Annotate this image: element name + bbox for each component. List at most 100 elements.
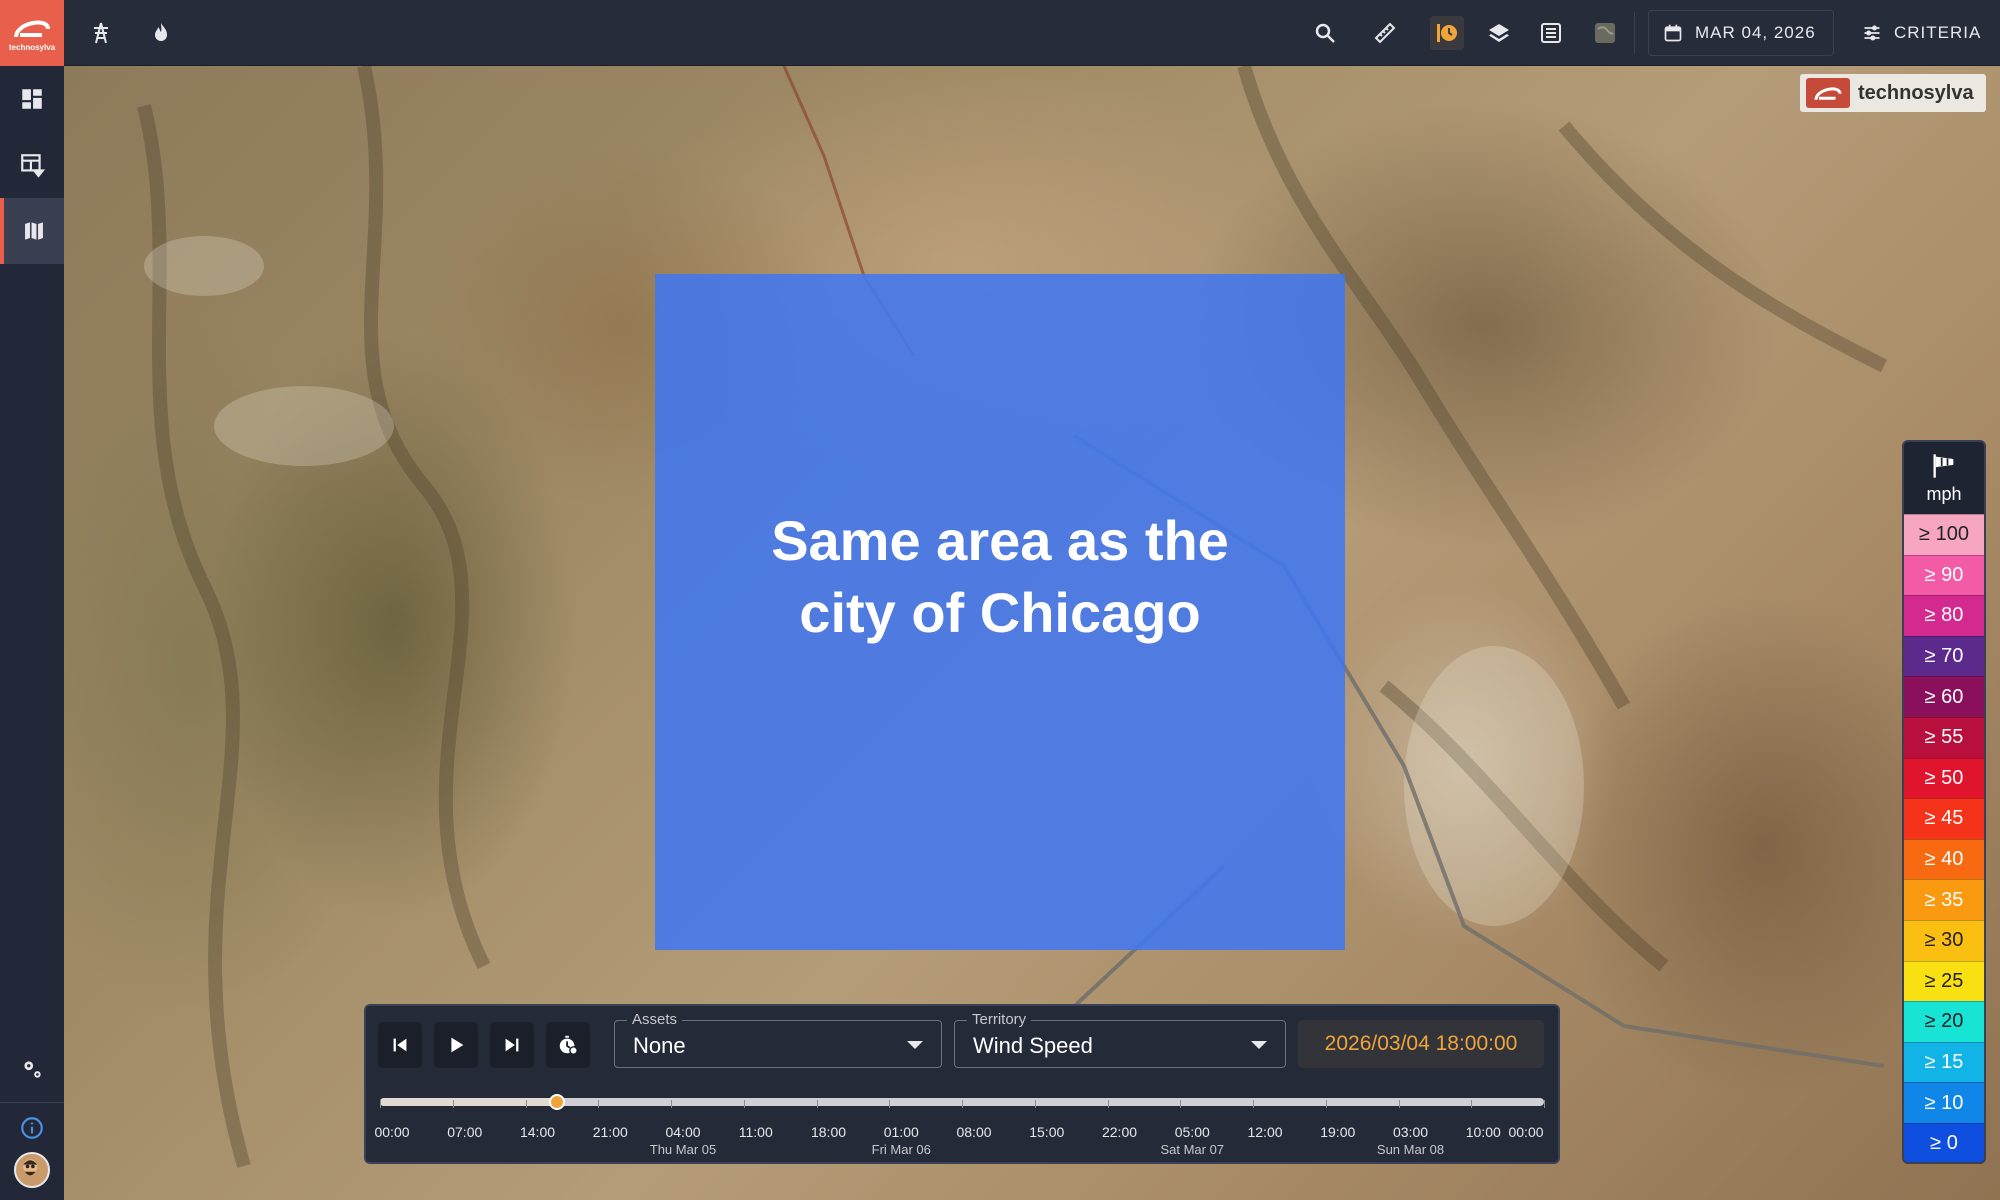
legend-header: mph [1904,442,1984,514]
current-datetime: 2026/03/04 18:00:00 [1298,1020,1544,1068]
legend-row: ≥ 100 [1904,514,1984,555]
timeline-tick-label: 11:00 [738,1124,773,1140]
avatar[interactable] [14,1152,50,1188]
legend-row: ≥ 40 [1904,838,1984,880]
layers-icon[interactable] [1482,16,1516,50]
timeline-progress [380,1098,557,1106]
timeline-slider[interactable] [380,1094,1545,1110]
timeline-tick [816,1100,818,1108]
area-comparison-overlay: Same area as the city of Chicago [655,274,1345,950]
calendar-icon [1664,24,1682,42]
timeline-thumb[interactable] [548,1094,565,1110]
skip-forward-icon [505,1038,519,1052]
history-clock-icon[interactable] [1430,16,1464,50]
timeline-tick-label: 05:00 [1174,1124,1210,1140]
skip-back-icon [393,1038,407,1052]
assets-select[interactable]: Assets None [614,1011,942,1068]
list-icon[interactable] [1534,16,1568,50]
chevron-down-icon [1251,1041,1267,1049]
timeline-tick [1325,1100,1327,1108]
wind-speed-legend: mph ≥ 100 ≥ 90 ≥ 80 ≥ 70 ≥ 60 ≥ 55 ≥ 50 ≥ 45 ≥ 4… [1902,440,1986,1164]
legend-row: ≥ 10 [1904,1082,1984,1123]
logo-text: technosylva [8,42,56,52]
salt-flat [1404,646,1584,926]
date-picker-button[interactable]: MAR 04, 2026 [1648,10,1834,56]
timeline-tick [1107,1100,1109,1108]
timeline-tick [1180,1100,1182,1108]
timeline-tick-label: 15:00 [1029,1124,1065,1140]
timeline-tick-label: 08:00 [956,1124,992,1140]
territory-label: Territory [967,1011,1032,1028]
timeline-tick-label: 14:00 [519,1124,556,1140]
left-sidebar [0,66,64,1200]
timeline-day-label: Sat Mar 07 [1160,1142,1225,1157]
legend-row: ≥ 35 [1904,879,1984,920]
settings-icon[interactable] [0,1036,64,1102]
legend-row: ≥ 20 [1904,1001,1984,1042]
transmission-tower-icon[interactable] [84,16,118,50]
timeline-tick [1544,1100,1545,1108]
assets-label: Assets [627,1011,683,1028]
timeline-tick [889,1100,891,1108]
play-icon [451,1037,464,1053]
legend-row: ≥ 15 [1904,1041,1984,1083]
snow-patch [214,386,394,466]
timeline-tick-label: 00:00 [1508,1124,1544,1140]
technosylva-watermark: technosylva [1800,74,1986,112]
date-label: MAR 04, 2026 [1695,23,1816,42]
toolbar-divider [1634,12,1635,54]
timeline-tick [1398,1100,1400,1108]
timeline-tick-label: 19:00 [1320,1124,1356,1140]
legend-row: ≥ 50 [1904,757,1984,799]
playback-panel: Assets None Territory Wind Speed 2026/03… [364,1004,1560,1164]
logo-icon [1806,78,1850,108]
legend-row: ≥ 70 [1904,635,1984,677]
timeline-tick-label: 00:00 [374,1124,410,1140]
timeline-day-label: Fri Mar 06 [871,1142,931,1157]
timeline-tick-label: 04:00 [665,1124,701,1140]
timeline-tick-label: 10:00 [1465,1124,1501,1140]
map-icon[interactable] [0,198,64,264]
ridge-line [357,66,491,970]
chevron-down-icon [907,1041,923,1049]
technosylva-logo[interactable]: technosylva [0,0,64,66]
watermark-text: technosylva [1858,81,1974,104]
overlay-caption: Same area as the city of Chicago [771,509,1229,644]
legend-row: ≥ 30 [1904,919,1984,961]
logo-icon [14,20,50,38]
timer-settings-icon [559,1035,578,1055]
sliders-icon [1864,25,1880,41]
windsock-icon [1933,453,1954,478]
legend-row: ≥ 25 [1904,960,1984,1002]
table-filter-icon[interactable] [0,132,64,198]
skip-back-button[interactable] [378,1022,422,1068]
timer-settings-button[interactable] [546,1022,590,1068]
timeline-day-label: Sun Mar 08 [1376,1142,1445,1157]
play-button[interactable] [434,1022,478,1068]
criteria-button[interactable]: CRITERIA [1848,10,1998,56]
dashboard-icon[interactable] [0,66,64,132]
legend-row: ≥ 90 [1904,554,1984,596]
timeline-day-label: Thu Mar 05 [649,1142,717,1157]
skip-forward-button[interactable] [490,1022,534,1068]
timeline-tick [1034,1100,1036,1108]
fire-icon[interactable] [144,16,178,50]
ruler-icon[interactable] [1368,16,1402,50]
search-icon[interactable] [1308,16,1342,50]
info-icon[interactable] [0,1102,64,1152]
criteria-label: CRITERIA [1894,23,1982,42]
satellite-icon[interactable] [1588,16,1622,50]
territory-select[interactable]: Territory Wind Speed [954,1011,1286,1068]
timeline-tick-label: 03:00 [1392,1124,1429,1140]
timeline-tick [598,1100,600,1108]
snow-patch [144,236,264,296]
timeline-tick [525,1100,527,1108]
app-root: technosylva MAR 04, 2026 CRITERIA techno… [0,0,2000,1200]
legend-rows: ≥ 100 ≥ 90 ≥ 80 ≥ 70 ≥ 60 ≥ 55 ≥ 50 ≥ 45 ≥ 40 ≥ 3… [1904,514,1984,1162]
legend-row: ≥ 80 [1904,595,1984,636]
timeline-tick [452,1100,454,1108]
timeline-tick [962,1100,963,1108]
top-bar: technosylva MAR 04, 2026 CRITERIA [0,0,2000,66]
timeline-tick [1253,1100,1254,1108]
legend-row: ≥ 60 [1904,676,1984,717]
